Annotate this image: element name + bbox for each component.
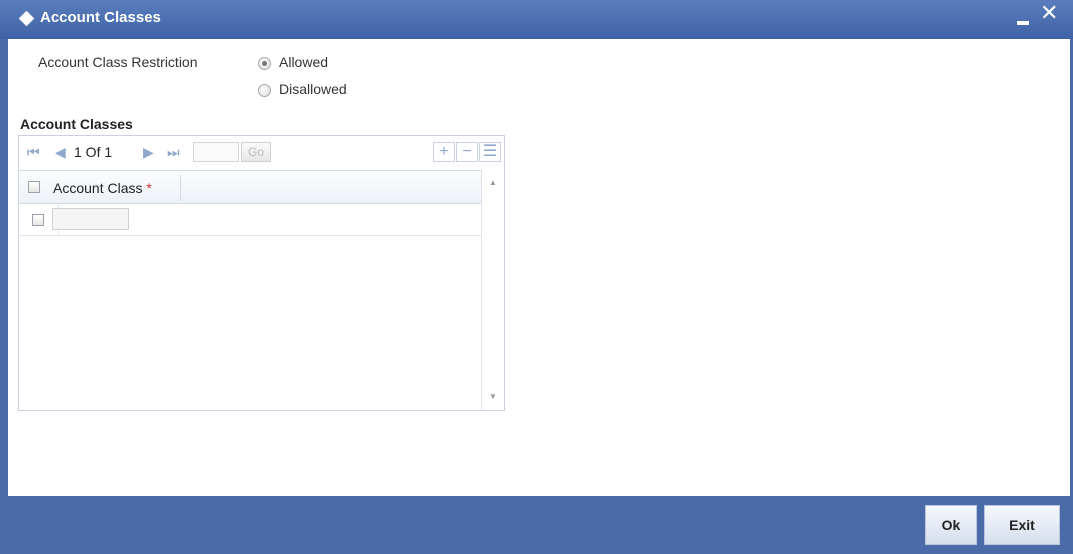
account-class-input[interactable]: [52, 208, 129, 230]
account-classes-section-title: Account Classes: [20, 116, 133, 132]
table-row: [19, 204, 481, 236]
account-classes-window: Account Classes ✕ Account Class Restrict…: [0, 0, 1073, 554]
next-page-icon[interactable]: ▶: [143, 144, 154, 160]
window-title: Account Classes: [40, 9, 161, 26]
prev-page-icon[interactable]: ◀: [55, 144, 66, 160]
last-page-icon[interactable]: ⏭: [167, 144, 180, 160]
view-rows-button[interactable]: ☰: [479, 142, 501, 162]
grid-vertical-scrollbar[interactable]: ▲ ▼: [481, 170, 504, 410]
disallowed-label[interactable]: Disallowed: [279, 81, 347, 97]
page-number-input[interactable]: [193, 142, 239, 162]
delete-row-button[interactable]: −: [456, 142, 478, 162]
page-indicator: 1 Of 1: [74, 144, 113, 160]
select-all-checkbox[interactable]: [28, 181, 40, 193]
go-button[interactable]: Go: [241, 142, 271, 162]
column-divider: [180, 175, 181, 201]
title-bar: Account Classes ✕: [0, 0, 1073, 39]
footer-bar: Ok Exit: [0, 496, 1073, 554]
account-class-column-label: Account Class: [53, 180, 143, 196]
first-page-icon[interactable]: ⏮: [27, 144, 40, 160]
scroll-down-icon[interactable]: ▼: [489, 392, 497, 401]
ok-button[interactable]: Ok: [925, 505, 977, 545]
scroll-up-icon[interactable]: ▲: [489, 178, 497, 187]
close-icon[interactable]: ✕: [1040, 2, 1058, 24]
disallowed-radio[interactable]: [258, 84, 271, 97]
diamond-icon: [18, 10, 35, 27]
allowed-label[interactable]: Allowed: [279, 54, 328, 70]
grid-pager: ⏮ ◀ 1 Of 1 ▶ ⏭ Go + − ☰: [19, 136, 504, 169]
exit-button[interactable]: Exit: [984, 505, 1060, 545]
grid-header-row: Account Class *: [19, 170, 481, 204]
row-select-checkbox[interactable]: [32, 214, 44, 226]
minimize-icon[interactable]: [1017, 21, 1029, 25]
account-classes-grid: ⏮ ◀ 1 Of 1 ▶ ⏭ Go + − ☰ Account Class * …: [18, 135, 505, 411]
add-row-button[interactable]: +: [433, 142, 455, 162]
account-class-restriction-label: Account Class Restriction: [38, 54, 198, 70]
required-marker: *: [146, 180, 152, 196]
allowed-radio[interactable]: [258, 57, 271, 70]
account-class-column-header[interactable]: Account Class *: [53, 180, 152, 196]
